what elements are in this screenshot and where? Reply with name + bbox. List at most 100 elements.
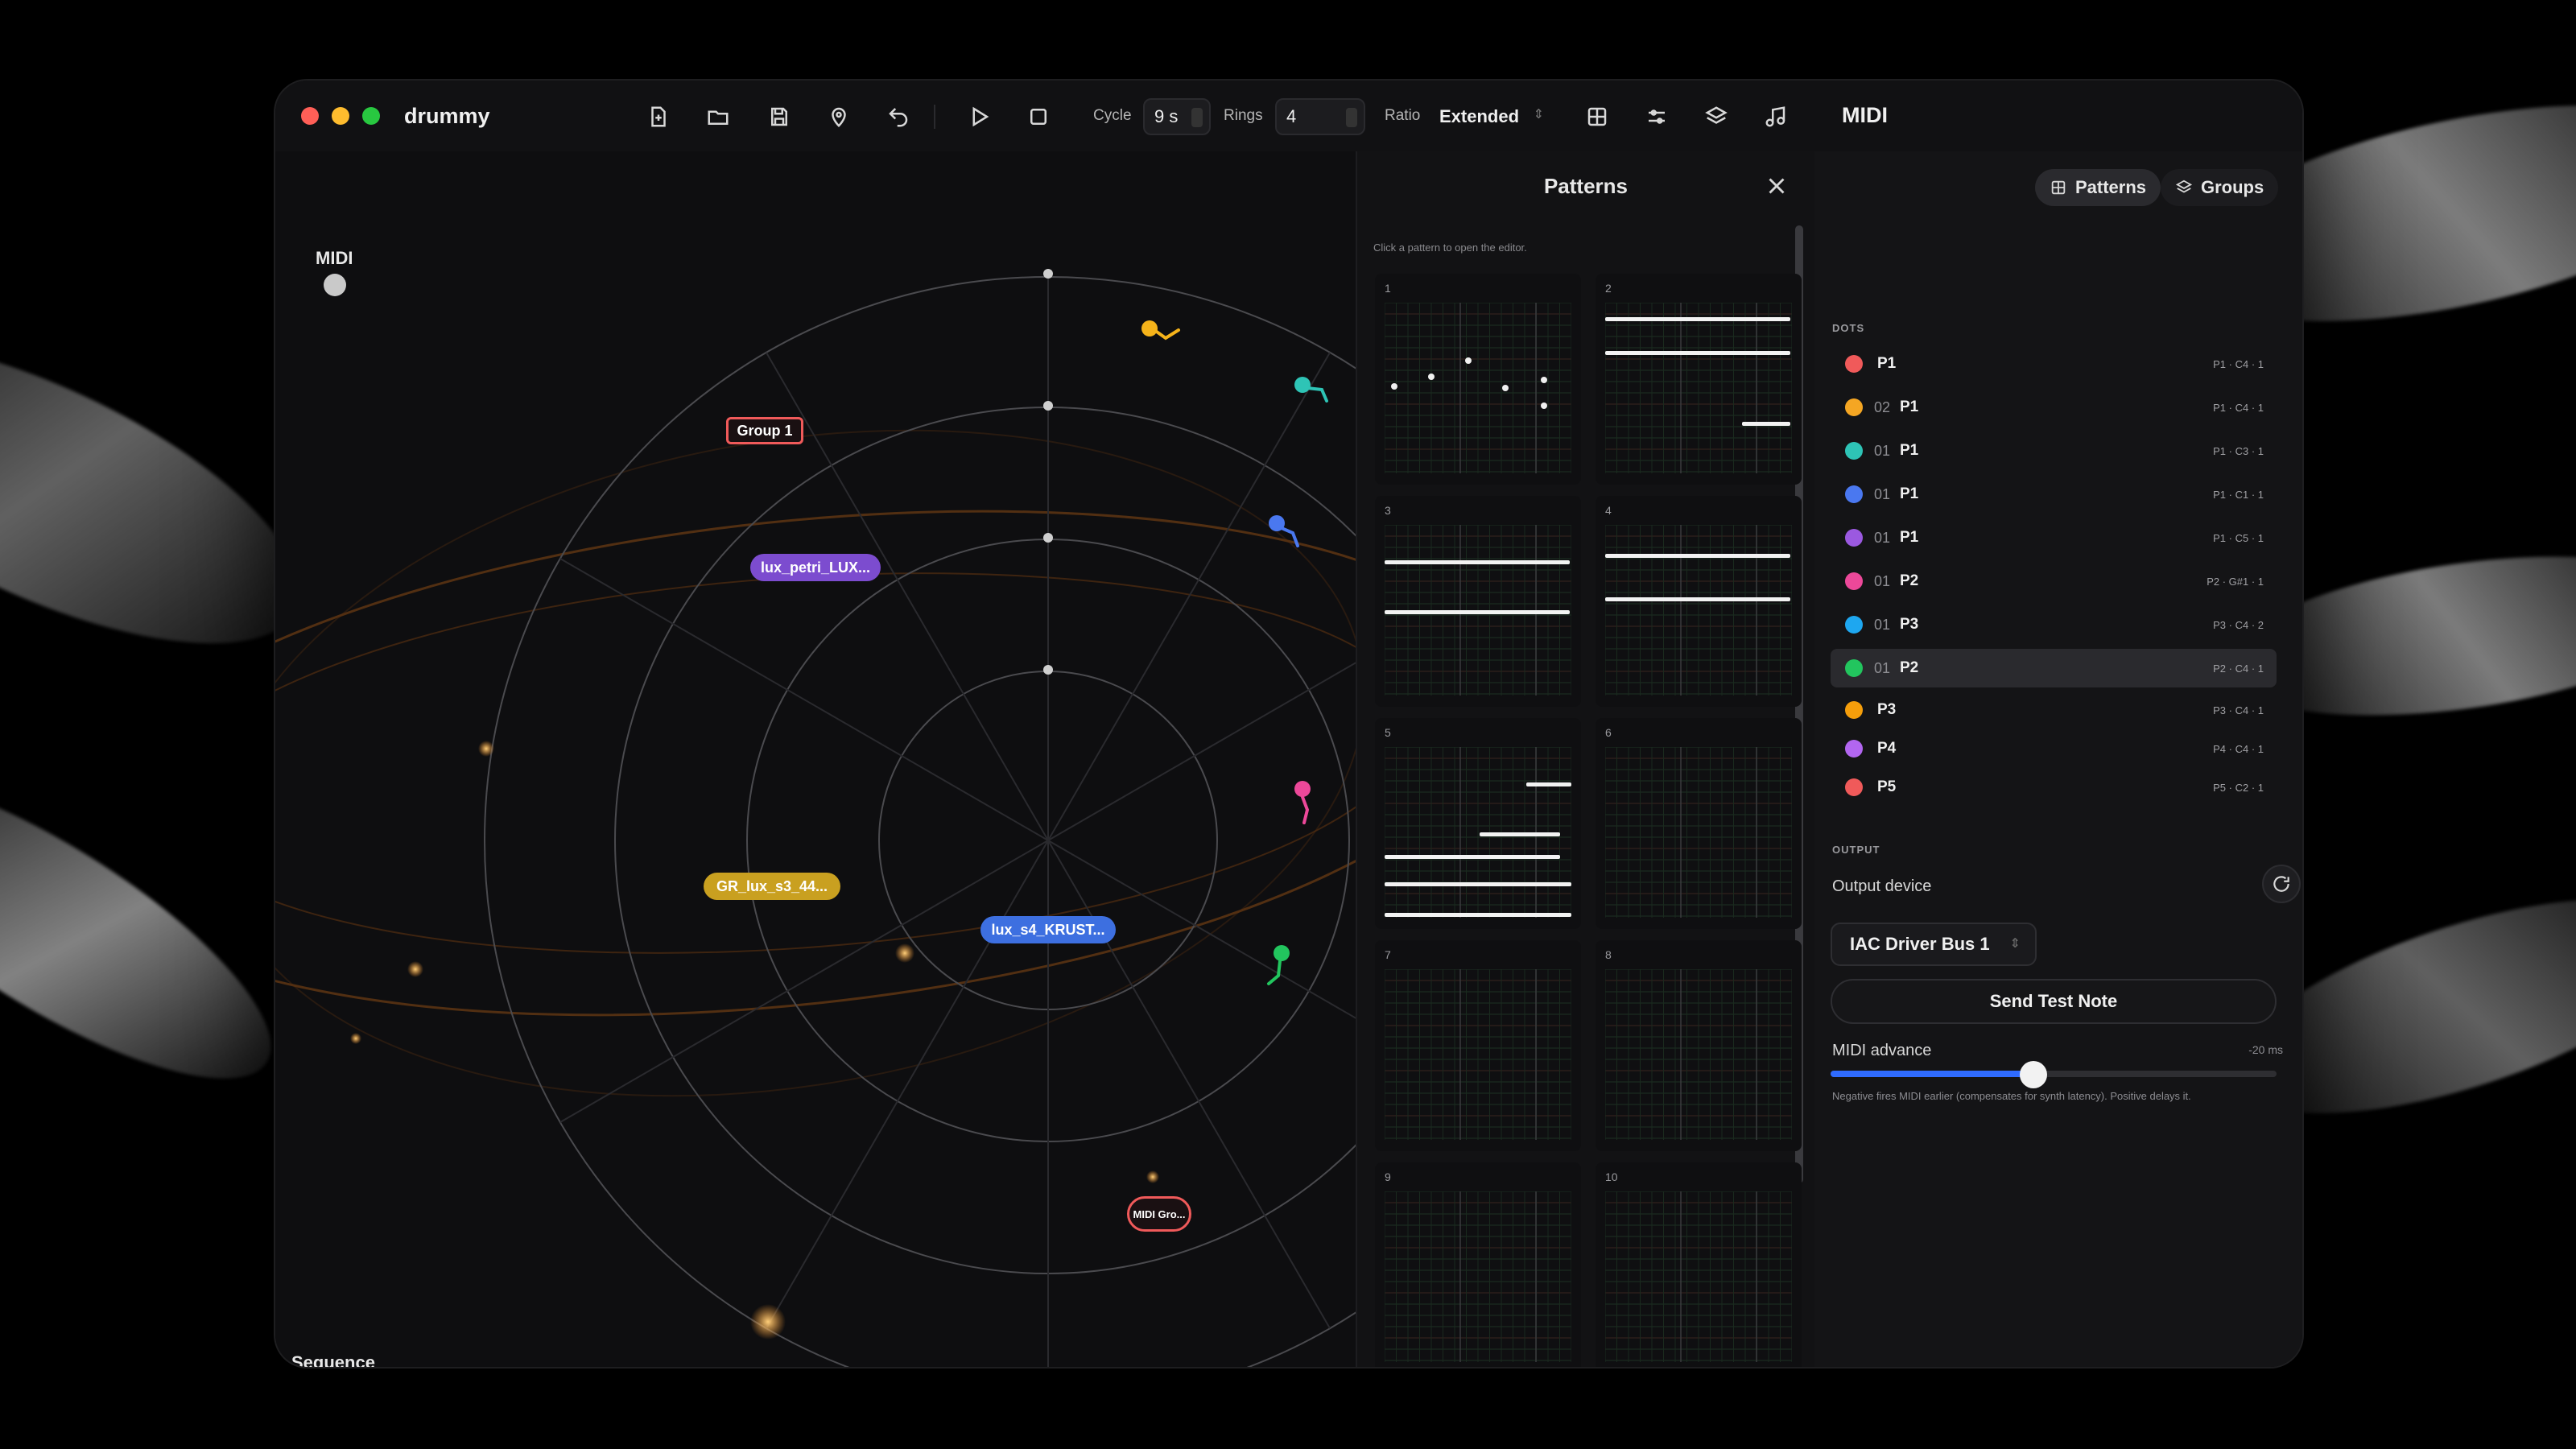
dot-row[interactable]: 01 P3 P3 · C4 · 2 (1831, 605, 2277, 644)
close-window-button[interactable] (301, 107, 319, 125)
music-button[interactable] (1753, 97, 1798, 137)
open-folder-button[interactable] (696, 97, 741, 137)
dot-color-swatch (1845, 398, 1863, 416)
pattern-card-9[interactable]: 9 (1375, 1162, 1581, 1367)
rings-input[interactable]: 4 (1275, 98, 1365, 135)
dot-name: P3 (1877, 701, 1897, 718)
dot-meta: P4 · C4 · 1 (2213, 742, 2264, 755)
cycle-input[interactable]: 9 s (1143, 98, 1211, 135)
dot-name: P4 (1877, 740, 1897, 757)
slider-thumb[interactable] (2020, 1061, 2048, 1088)
pattern-number: 8 (1605, 948, 1612, 961)
rings-stepper[interactable] (1346, 108, 1357, 127)
cycle-value: 9 s (1154, 106, 1179, 126)
dot-color-swatch (1845, 572, 1863, 590)
pattern-card-1[interactable]: 1 (1375, 274, 1581, 485)
ratio-value: Extended (1439, 106, 1520, 126)
tag-midi-group[interactable]: MIDI Gro... (1127, 1196, 1191, 1232)
app-title: drummy (404, 103, 490, 128)
toolbar-divider (934, 105, 935, 129)
dot-row[interactable]: 01 P1 P1 · C3 · 1 (1831, 431, 2277, 470)
dot-index: 02 (1874, 398, 1891, 415)
pattern-preview (1385, 747, 1571, 918)
dot-row[interactable]: P3 P3 · C4 · 1 (1831, 691, 2277, 729)
tag-group-1[interactable]: Group 1 (726, 417, 803, 444)
dot-name: P3 (1900, 616, 1919, 633)
maximize-window-button[interactable] (362, 107, 380, 125)
dot-meta: P1 · C5 · 1 (2213, 531, 2264, 544)
layers-icon (2175, 180, 2193, 193)
folder-icon (708, 110, 729, 125)
dot-row[interactable]: 02 P1 P1 · C4 · 1 (1831, 388, 2277, 427)
grid-icon (1587, 107, 1607, 126)
dot-meta: P1 · C3 · 1 (2213, 444, 2264, 457)
undo-button[interactable] (876, 97, 921, 137)
dot-row[interactable]: P4 P4 · C4 · 1 (1831, 729, 2277, 768)
dot-color-swatch (1845, 355, 1863, 373)
rings-label: Rings (1224, 107, 1263, 124)
pattern-card-2[interactable]: 2 (1596, 274, 1802, 485)
midi-advance-slider[interactable] (1831, 1061, 2277, 1088)
midi-panel: Patterns Groups DOTS P1 P1 · C4 · 1 02 P1 P1… (1814, 151, 2302, 1367)
close-patterns-button[interactable] (1763, 172, 1790, 200)
cycle-stepper[interactable] (1191, 108, 1203, 127)
save-button[interactable] (757, 97, 802, 137)
tag-lux-s4-krust[interactable]: lux_s4_KRUST... (980, 916, 1116, 943)
dot-row[interactable]: 01 P1 P1 · C1 · 1 (1831, 475, 2277, 514)
dot-meta: P1 · C4 · 1 (2213, 357, 2264, 370)
send-test-note-button[interactable]: Send Test Note (1831, 979, 2277, 1024)
app-window: drummy Cycle 9 s Rings 4 Ratio Extended … (275, 80, 2302, 1367)
undo-icon (889, 108, 908, 127)
pattern-card-7[interactable]: 7 (1375, 940, 1581, 1151)
dot-row[interactable]: P5 P5 · C2 · 1 (1831, 768, 2277, 807)
pattern-preview (1605, 747, 1792, 918)
dot-row[interactable]: 01 P1 P1 · C5 · 1 (1831, 518, 2277, 557)
patterns-panel: Patterns Click a pattern to open the edi… (1356, 151, 1814, 1367)
dot-index: 01 (1874, 529, 1891, 546)
pattern-card-5[interactable]: 5 (1375, 718, 1581, 929)
dot-color-swatch (1845, 659, 1863, 677)
pattern-card-3[interactable]: 3 (1375, 496, 1581, 707)
output-device-select[interactable]: IAC Driver Bus 1 ⇕ (1831, 923, 2037, 966)
minimize-window-button[interactable] (332, 107, 349, 125)
tag-lux-petri[interactable]: lux_petri_LUX... (750, 554, 881, 581)
tag-gr-lux-s3[interactable]: GR_lux_s3_44... (704, 873, 840, 900)
orbit-rings (275, 269, 1356, 1367)
pattern-number: 2 (1605, 282, 1612, 295)
tab-patterns[interactable]: Patterns (2035, 169, 2161, 206)
stop-button[interactable] (1016, 97, 1061, 137)
window-controls (301, 107, 380, 125)
tab-groups[interactable]: Groups (2161, 169, 2279, 206)
dot-index: 01 (1874, 659, 1891, 676)
pattern-preview (1385, 303, 1571, 473)
midi-advance-label: MIDI advance (1832, 1042, 1932, 1059)
pattern-number: 6 (1605, 726, 1612, 739)
dot-name: P1 (1900, 398, 1919, 415)
dot-name: P5 (1877, 778, 1897, 795)
orbit-canvas[interactable]: MIDI Group 1 lux_petri_LUX... GR_lux_s3_… (275, 151, 1356, 1367)
pattern-card-10[interactable]: 10 (1596, 1162, 1802, 1367)
location-button[interactable] (816, 97, 861, 137)
play-button[interactable] (956, 97, 1001, 137)
dot-row[interactable]: 01 P2 P2 · G#1 · 1 (1831, 562, 2277, 601)
dot-color-swatch (1845, 485, 1863, 503)
grid-button[interactable] (1575, 97, 1620, 137)
pattern-card-6[interactable]: 6 (1596, 718, 1802, 929)
ratio-select[interactable]: Extended ⇕ (1430, 98, 1552, 135)
sequence-label: Sequence (291, 1352, 375, 1367)
pattern-card-4[interactable]: 4 (1596, 496, 1802, 707)
refresh-icon (2273, 876, 2289, 892)
new-file-button[interactable] (636, 97, 681, 137)
cycle-label: Cycle (1093, 107, 1132, 124)
refresh-devices-button[interactable] (2262, 865, 2301, 903)
output-device-label: Output device (1832, 877, 1932, 895)
dot-index: 01 (1874, 572, 1891, 589)
layers-button[interactable] (1694, 97, 1739, 137)
chevron-updown-icon: ⇕ (1533, 108, 1544, 122)
mixer-button[interactable] (1634, 97, 1679, 137)
dot-row[interactable]: P1 P1 · C4 · 1 (1831, 345, 2277, 383)
dot-color-swatch (1845, 616, 1863, 634)
pattern-card-8[interactable]: 8 (1596, 940, 1802, 1151)
dot-meta: P1 · C1 · 1 (2213, 488, 2264, 501)
dot-row[interactable]: 01 P2 P2 · C4 · 1 (1831, 649, 2277, 687)
